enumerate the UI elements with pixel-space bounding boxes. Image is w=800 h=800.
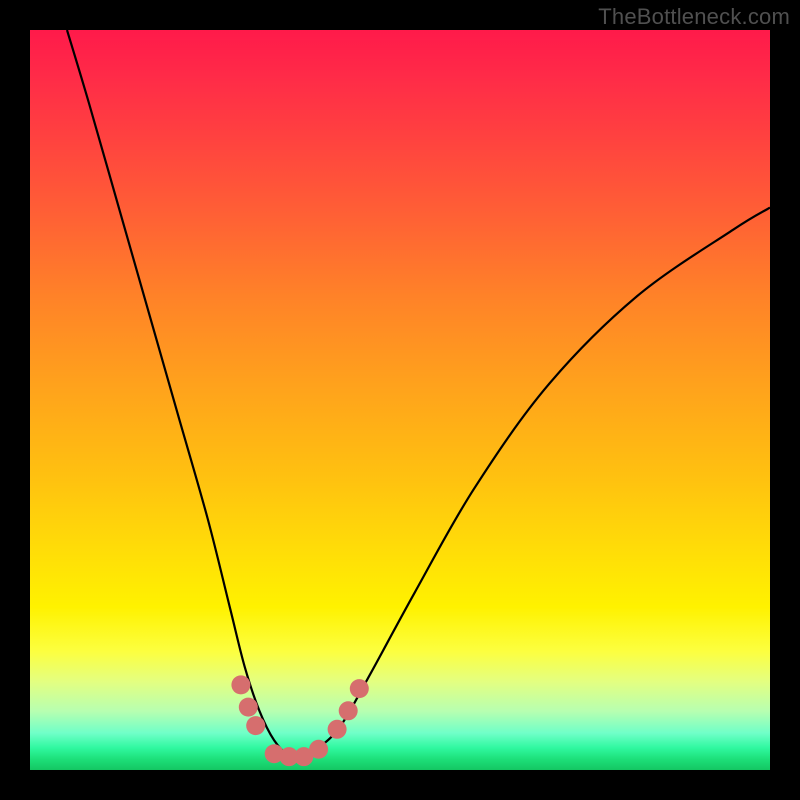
curve-marker [339, 701, 358, 720]
bottleneck-curve [67, 30, 770, 757]
watermark-text: TheBottleneck.com [598, 4, 790, 30]
curve-marker [231, 675, 250, 694]
curve-marker [309, 740, 328, 759]
curve-marker [350, 679, 369, 698]
curve-layer [30, 30, 770, 770]
chart-frame: TheBottleneck.com [0, 0, 800, 800]
curve-marker [239, 698, 258, 717]
plot-area [30, 30, 770, 770]
curve-marker [246, 716, 265, 735]
curve-marker [328, 720, 347, 739]
